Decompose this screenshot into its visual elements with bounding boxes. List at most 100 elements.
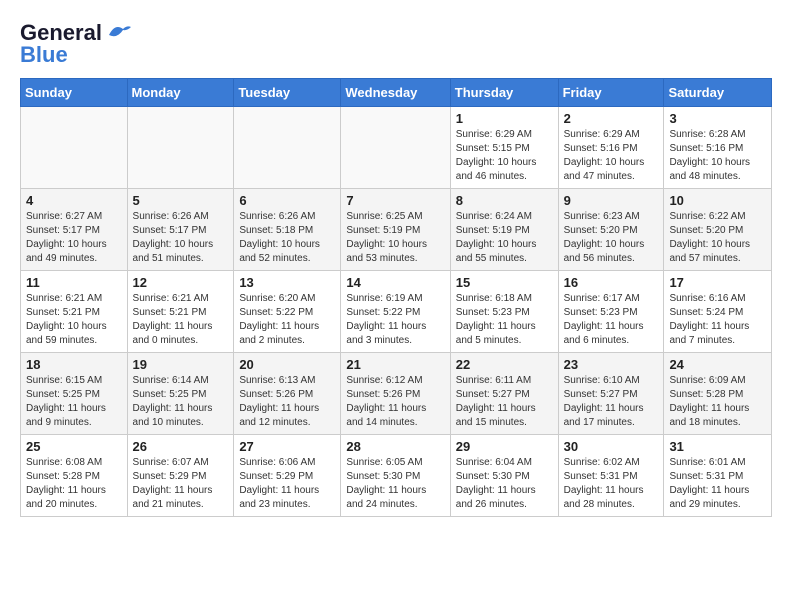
day-number: 10 xyxy=(669,193,766,208)
day-number: 23 xyxy=(564,357,659,372)
day-number: 26 xyxy=(133,439,229,454)
calendar-week-row: 18 Sunrise: 6:15 AMSunset: 5:25 PMDayligh… xyxy=(21,353,772,435)
calendar-cell: 23 Sunrise: 6:10 AMSunset: 5:27 PMDayligh… xyxy=(558,353,664,435)
logo-bird-icon xyxy=(105,21,133,41)
day-info: Sunrise: 6:12 AMSunset: 5:26 PMDaylight:… xyxy=(346,374,444,430)
day-info: Sunrise: 6:29 AMSunset: 5:16 PMDaylight:… xyxy=(564,128,659,184)
day-number: 20 xyxy=(239,357,335,372)
day-info: Sunrise: 6:25 AMSunset: 5:19 PMDaylight:… xyxy=(346,210,444,266)
calendar-cell: 4 Sunrise: 6:27 AMSunset: 5:17 PMDaylight… xyxy=(21,189,128,271)
day-info: Sunrise: 6:16 AMSunset: 5:24 PMDaylight:… xyxy=(669,292,766,348)
calendar-cell: 19Sunrise: 6:14 AMSunset: 5:25 PMDayligh… xyxy=(127,353,234,435)
calendar-cell: 18 Sunrise: 6:15 AMSunset: 5:25 PMDayligh… xyxy=(21,353,128,435)
page-header: General Blue xyxy=(20,20,772,68)
calendar-cell: 9 Sunrise: 6:23 AMSunset: 5:20 PMDaylight… xyxy=(558,189,664,271)
calendar-cell: 6 Sunrise: 6:26 AMSunset: 5:18 PMDaylight… xyxy=(234,189,341,271)
day-number: 16 xyxy=(564,275,659,290)
day-info: Sunrise: 6:22 AMSunset: 5:20 PMDaylight:… xyxy=(669,210,766,266)
day-number: 17 xyxy=(669,275,766,290)
day-info: Sunrise: 6:23 AMSunset: 5:20 PMDaylight:… xyxy=(564,210,659,266)
day-info: Sunrise: 6:26 AMSunset: 5:17 PMDaylight:… xyxy=(133,210,229,266)
calendar-cell: 27Sunrise: 6:06 AMSunset: 5:29 PMDayligh… xyxy=(234,435,341,517)
calendar-cell: 17 Sunrise: 6:16 AMSunset: 5:24 PMDayligh… xyxy=(664,271,772,353)
weekday-header-sunday: Sunday xyxy=(21,79,128,107)
day-number: 12 xyxy=(133,275,229,290)
calendar-week-row: 4 Sunrise: 6:27 AMSunset: 5:17 PMDaylight… xyxy=(21,189,772,271)
day-info: Sunrise: 6:08 AMSunset: 5:28 PMDaylight:… xyxy=(26,456,122,512)
calendar-cell: 7 Sunrise: 6:25 AMSunset: 5:19 PMDaylight… xyxy=(341,189,450,271)
calendar-cell: 24 Sunrise: 6:09 AMSunset: 5:28 PMDayligh… xyxy=(664,353,772,435)
calendar-cell: 3 Sunrise: 6:28 AMSunset: 5:16 PMDaylight… xyxy=(664,107,772,189)
calendar-cell: 2 Sunrise: 6:29 AMSunset: 5:16 PMDaylight… xyxy=(558,107,664,189)
day-number: 29 xyxy=(456,439,553,454)
calendar-cell: 15Sunrise: 6:18 AMSunset: 5:23 PMDayligh… xyxy=(450,271,558,353)
calendar-cell: 14 Sunrise: 6:19 AMSunset: 5:22 PMDayligh… xyxy=(341,271,450,353)
calendar-week-row: 1 Sunrise: 6:29 AMSunset: 5:15 PMDaylight… xyxy=(21,107,772,189)
calendar-cell: 31 Sunrise: 6:01 AMSunset: 5:31 PMDayligh… xyxy=(664,435,772,517)
day-number: 14 xyxy=(346,275,444,290)
day-number: 4 xyxy=(26,193,122,208)
day-info: Sunrise: 6:07 AMSunset: 5:29 PMDaylight:… xyxy=(133,456,229,512)
calendar-cell: 20 Sunrise: 6:13 AMSunset: 5:26 PMDayligh… xyxy=(234,353,341,435)
day-info: Sunrise: 6:02 AMSunset: 5:31 PMDaylight:… xyxy=(564,456,659,512)
logo-blue-text: Blue xyxy=(20,42,68,68)
calendar-cell: 22 Sunrise: 6:11 AMSunset: 5:27 PMDayligh… xyxy=(450,353,558,435)
day-number: 3 xyxy=(669,111,766,126)
calendar-cell: 13 Sunrise: 6:20 AMSunset: 5:22 PMDayligh… xyxy=(234,271,341,353)
calendar-cell: 29 Sunrise: 6:04 AMSunset: 5:30 PMDayligh… xyxy=(450,435,558,517)
day-info: Sunrise: 6:11 AMSunset: 5:27 PMDaylight:… xyxy=(456,374,553,430)
day-info: Sunrise: 6:29 AMSunset: 5:15 PMDaylight:… xyxy=(456,128,553,184)
day-number: 13 xyxy=(239,275,335,290)
calendar-cell: 5Sunrise: 6:26 AMSunset: 5:17 PMDaylight… xyxy=(127,189,234,271)
day-info: Sunrise: 6:17 AMSunset: 5:23 PMDaylight:… xyxy=(564,292,659,348)
calendar-cell: 28Sunrise: 6:05 AMSunset: 5:30 PMDayligh… xyxy=(341,435,450,517)
calendar-cell: 12 Sunrise: 6:21 AMSunset: 5:21 PMDayligh… xyxy=(127,271,234,353)
day-info: Sunrise: 6:19 AMSunset: 5:22 PMDaylight:… xyxy=(346,292,444,348)
weekday-header-monday: Monday xyxy=(127,79,234,107)
day-info: Sunrise: 6:18 AMSunset: 5:23 PMDaylight:… xyxy=(456,292,553,348)
day-number: 8 xyxy=(456,193,553,208)
day-number: 2 xyxy=(564,111,659,126)
day-info: Sunrise: 6:09 AMSunset: 5:28 PMDaylight:… xyxy=(669,374,766,430)
weekday-header-wednesday: Wednesday xyxy=(341,79,450,107)
day-number: 25 xyxy=(26,439,122,454)
calendar-cell: 16 Sunrise: 6:17 AMSunset: 5:23 PMDayligh… xyxy=(558,271,664,353)
day-number: 24 xyxy=(669,357,766,372)
calendar-header-row: SundayMondayTuesdayWednesdayThursdayFrid… xyxy=(21,79,772,107)
calendar-week-row: 25 Sunrise: 6:08 AMSunset: 5:28 PMDayligh… xyxy=(21,435,772,517)
day-number: 1 xyxy=(456,111,553,126)
calendar-cell xyxy=(127,107,234,189)
day-info: Sunrise: 6:26 AMSunset: 5:18 PMDaylight:… xyxy=(239,210,335,266)
day-info: Sunrise: 6:28 AMSunset: 5:16 PMDaylight:… xyxy=(669,128,766,184)
day-number: 28 xyxy=(346,439,444,454)
day-info: Sunrise: 6:06 AMSunset: 5:29 PMDaylight:… xyxy=(239,456,335,512)
calendar-cell: 10 Sunrise: 6:22 AMSunset: 5:20 PMDayligh… xyxy=(664,189,772,271)
day-info: Sunrise: 6:20 AMSunset: 5:22 PMDaylight:… xyxy=(239,292,335,348)
day-number: 30 xyxy=(564,439,659,454)
calendar-cell xyxy=(21,107,128,189)
calendar-week-row: 11Sunrise: 6:21 AMSunset: 5:21 PMDayligh… xyxy=(21,271,772,353)
day-info: Sunrise: 6:01 AMSunset: 5:31 PMDaylight:… xyxy=(669,456,766,512)
day-info: Sunrise: 6:13 AMSunset: 5:26 PMDaylight:… xyxy=(239,374,335,430)
day-number: 22 xyxy=(456,357,553,372)
calendar-cell: 30 Sunrise: 6:02 AMSunset: 5:31 PMDayligh… xyxy=(558,435,664,517)
day-info: Sunrise: 6:10 AMSunset: 5:27 PMDaylight:… xyxy=(564,374,659,430)
calendar-cell xyxy=(234,107,341,189)
day-info: Sunrise: 6:04 AMSunset: 5:30 PMDaylight:… xyxy=(456,456,553,512)
day-info: Sunrise: 6:27 AMSunset: 5:17 PMDaylight:… xyxy=(26,210,122,266)
calendar-cell: 8Sunrise: 6:24 AMSunset: 5:19 PMDaylight… xyxy=(450,189,558,271)
day-info: Sunrise: 6:15 AMSunset: 5:25 PMDaylight:… xyxy=(26,374,122,430)
day-info: Sunrise: 6:21 AMSunset: 5:21 PMDaylight:… xyxy=(133,292,229,348)
logo: General Blue xyxy=(20,20,133,68)
day-number: 31 xyxy=(669,439,766,454)
calendar-cell: 11Sunrise: 6:21 AMSunset: 5:21 PMDayligh… xyxy=(21,271,128,353)
weekday-header-saturday: Saturday xyxy=(664,79,772,107)
day-number: 9 xyxy=(564,193,659,208)
calendar-table: SundayMondayTuesdayWednesdayThursdayFrid… xyxy=(20,78,772,517)
day-number: 6 xyxy=(239,193,335,208)
day-info: Sunrise: 6:21 AMSunset: 5:21 PMDaylight:… xyxy=(26,292,122,348)
day-number: 19 xyxy=(133,357,229,372)
calendar-cell: 1 Sunrise: 6:29 AMSunset: 5:15 PMDaylight… xyxy=(450,107,558,189)
day-number: 7 xyxy=(346,193,444,208)
day-number: 18 xyxy=(26,357,122,372)
